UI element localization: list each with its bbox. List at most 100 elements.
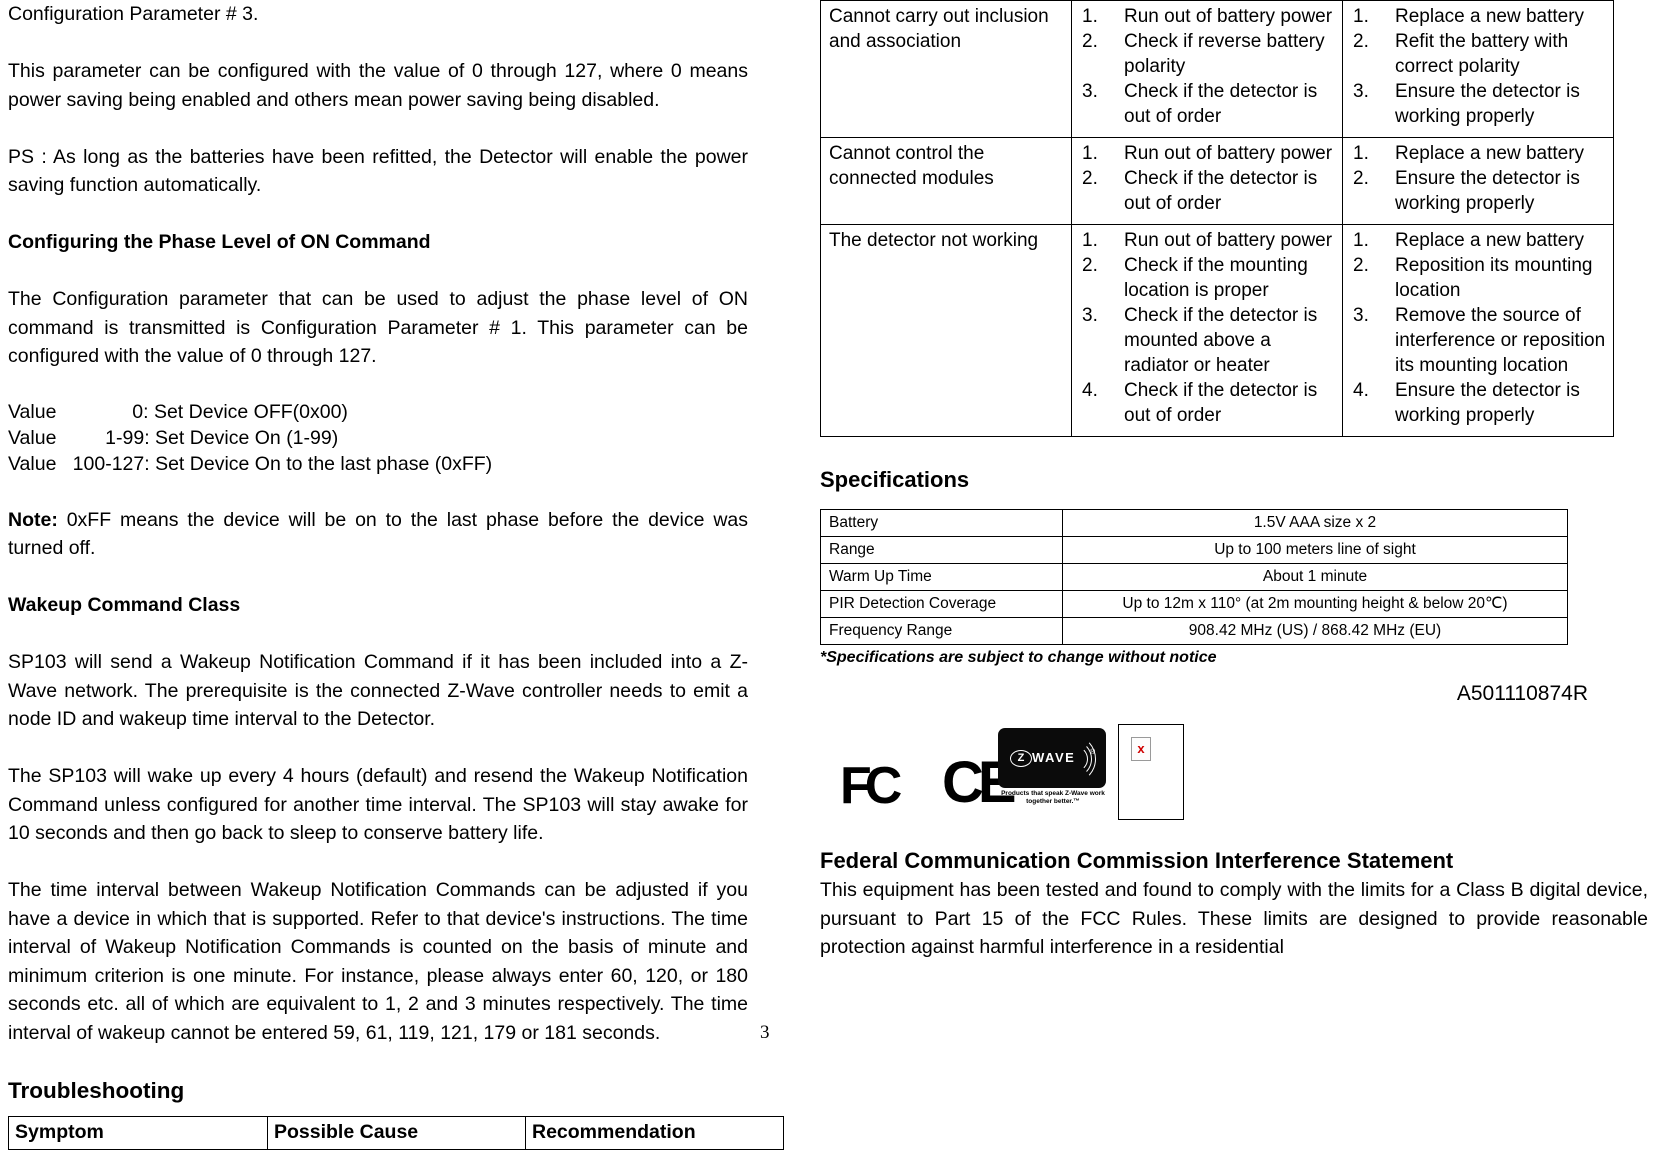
broken-image-placeholder: x bbox=[1118, 724, 1184, 820]
troubleshooting-header-table: Symptom Possible Cause Recommendation bbox=[8, 1115, 784, 1150]
list-number: 1. bbox=[1082, 6, 1098, 27]
spec-value-pir-detection-coverage: Up to 12m x 110° (at 2m mounting height … bbox=[1062, 590, 1568, 618]
paragraph-config-parameter: Configuration Parameter # 3. bbox=[8, 3, 259, 25]
table-row: Cannot control the connected modules 1. R… bbox=[820, 137, 1614, 225]
list-item: 1. Replace a new battery bbox=[1351, 228, 1607, 253]
list-text: Ensure the detector is working properly bbox=[1395, 168, 1580, 214]
list-number: 2. bbox=[1353, 31, 1369, 52]
paragraph-wakeup-1: SP103 will send a Wakeup Notification Co… bbox=[8, 651, 748, 730]
list-text: Run out of battery power bbox=[1124, 230, 1333, 251]
list-item: 1. Replace a new battery bbox=[1351, 141, 1607, 166]
cell-possible-cause: 1. Run out of battery power 2. Check if th… bbox=[1071, 137, 1343, 225]
list-item: 3. Check if the detector is out of order bbox=[1080, 79, 1336, 129]
recommendation-list: 1. Replace a new battery 2. Ensure the det… bbox=[1351, 141, 1607, 216]
list-number: 3. bbox=[1082, 81, 1098, 102]
table-row: Range Up to 100 meters line of sight bbox=[820, 536, 1568, 564]
list-item: 1. Replace a new battery bbox=[1351, 4, 1607, 29]
paragraph-fcc-body: This equipment has been tested and found… bbox=[820, 879, 1648, 958]
list-item: 2. Reposition its mounting location bbox=[1351, 253, 1607, 303]
heading-specifications: Specifications bbox=[820, 467, 970, 492]
list-number: 2. bbox=[1082, 168, 1098, 189]
column-header-possible-cause: Possible Cause bbox=[267, 1115, 526, 1150]
list-item: 4. Check if the detector is out of order bbox=[1080, 378, 1336, 428]
list-text: Check if reverse battery polarity bbox=[1124, 31, 1325, 77]
list-text: Remove the source of interference or rep… bbox=[1395, 305, 1606, 376]
value-line-0: Value 0: Set Device OFF(0x00) bbox=[8, 401, 348, 423]
list-text: Check if the detector is out of order bbox=[1124, 168, 1318, 214]
list-number: 1. bbox=[1082, 230, 1098, 251]
paragraph-value-range: This parameter can be configured with th… bbox=[8, 60, 748, 111]
value-line-1: Value 1-99: Set Device On (1-99) bbox=[8, 427, 339, 449]
spec-key-frequency-range: Frequency Range bbox=[820, 617, 1063, 645]
heading-troubleshooting: Troubleshooting bbox=[8, 1077, 185, 1103]
list-number: 1. bbox=[1082, 143, 1098, 164]
spec-key-warm-up-time: Warm Up Time bbox=[820, 563, 1063, 591]
column-header-recommendation: Recommendation bbox=[525, 1115, 784, 1150]
list-item: 4. Ensure the detector is working properl… bbox=[1351, 378, 1607, 428]
troubleshooting-body-table: Cannot carry out inclusion and associati… bbox=[820, 0, 1614, 437]
document-page: Configuration Parameter # 3. This parame… bbox=[0, 0, 1657, 1150]
list-number: 2. bbox=[1353, 168, 1369, 189]
table-row: Battery 1.5V AAA size x 2 bbox=[820, 509, 1568, 537]
document-code: A501110874R bbox=[1456, 682, 1588, 705]
spec-key-pir-detection-coverage: PIR Detection Coverage bbox=[820, 590, 1063, 618]
cause-list: 1. Run out of battery power 2. Check if th… bbox=[1080, 141, 1336, 216]
spec-value-warm-up-time: About 1 minute bbox=[1062, 563, 1568, 591]
list-text: Reposition its mounting location bbox=[1395, 255, 1593, 301]
cell-recommendation: 1. Replace a new battery 2. Reposition its… bbox=[1342, 224, 1614, 437]
spec-value-battery: 1.5V AAA size x 2 bbox=[1062, 509, 1568, 537]
value-line-2: Value 100-127: Set Device On to the last… bbox=[8, 453, 493, 475]
note-text: 0xFF means the device will be on to the … bbox=[8, 508, 748, 560]
list-text: Run out of battery power bbox=[1124, 143, 1333, 164]
broken-image-x-icon: x bbox=[1131, 737, 1151, 761]
right-column: Cannot carry out inclusion and associati… bbox=[820, 0, 1648, 962]
list-text: Run out of battery power bbox=[1124, 6, 1333, 27]
cell-recommendation: 1. Replace a new battery 2. Ensure the det… bbox=[1342, 137, 1614, 225]
paragraph-wakeup-3: The time interval between Wakeup Notific… bbox=[8, 879, 748, 1044]
list-text: Check if the mounting location is proper bbox=[1124, 255, 1308, 301]
list-number: 4. bbox=[1082, 380, 1098, 401]
paragraph-ps-note: PS : As long as the batteries have been … bbox=[8, 145, 748, 197]
list-text: Check if the detector is mounted above a… bbox=[1124, 305, 1318, 376]
table-row: PIR Detection Coverage Up to 12m x 110° … bbox=[820, 590, 1568, 618]
paragraph-note-0xff: Note: 0xFF means the device will be on t… bbox=[8, 506, 748, 563]
cell-possible-cause: 1. Run out of battery power 2. Check if re… bbox=[1071, 0, 1343, 138]
heading-configuring-phase-level: Configuring the Phase Level of ON Comman… bbox=[8, 231, 431, 253]
zwave-tagline: Products that speak Z-Wave work together… bbox=[1001, 790, 1105, 805]
list-text: Refit the battery with correct polarity bbox=[1395, 31, 1569, 77]
list-text: Ensure the detector is working properly bbox=[1395, 81, 1580, 127]
list-text: Check if the detector is out of order bbox=[1124, 380, 1318, 426]
list-item: 2. Check if reverse battery polarity bbox=[1080, 29, 1336, 79]
table-header-row: Symptom Possible Cause Recommendation bbox=[8, 1115, 784, 1150]
specifications-table: Battery 1.5V AAA size x 2 Range Up to 10… bbox=[820, 509, 1568, 645]
list-item: 3. Remove the source of interference or r… bbox=[1351, 303, 1607, 378]
list-item: 1. Run out of battery power bbox=[1080, 228, 1336, 253]
table-row: Cannot carry out inclusion and associati… bbox=[820, 0, 1614, 138]
specifications-change-note: *Specifications are subject to change wi… bbox=[820, 649, 1217, 666]
page-number: 3 bbox=[760, 1022, 770, 1043]
list-text: Replace a new battery bbox=[1395, 6, 1585, 27]
note-label: Note: bbox=[8, 508, 58, 531]
zwave-z-glyph: Z bbox=[1010, 750, 1032, 767]
cell-possible-cause: 1. Run out of battery power 2. Check if th… bbox=[1071, 224, 1343, 437]
cell-symptom: The detector not working bbox=[820, 224, 1072, 437]
cause-list: 1. Run out of battery power 2. Check if re… bbox=[1080, 4, 1336, 129]
list-number: 2. bbox=[1082, 255, 1098, 276]
paragraph-phase-level: The Configuration parameter that can be … bbox=[8, 288, 748, 367]
paragraph-wakeup-2: The SP103 will wake up every 4 hours (de… bbox=[8, 765, 748, 844]
list-text: Ensure the detector is working properly bbox=[1395, 380, 1580, 426]
zwave-arc-icon bbox=[1062, 746, 1088, 772]
recommendation-list: 1. Replace a new battery 2. Reposition its… bbox=[1351, 228, 1607, 428]
list-text: Replace a new battery bbox=[1395, 230, 1585, 251]
certification-logos: FC CE Z WAVE ® Products that speak Z-Wav… bbox=[830, 714, 1648, 824]
list-text: Replace a new battery bbox=[1395, 143, 1585, 164]
list-item: 2. Ensure the detector is working properl… bbox=[1351, 166, 1607, 216]
list-number: 4. bbox=[1353, 380, 1369, 401]
